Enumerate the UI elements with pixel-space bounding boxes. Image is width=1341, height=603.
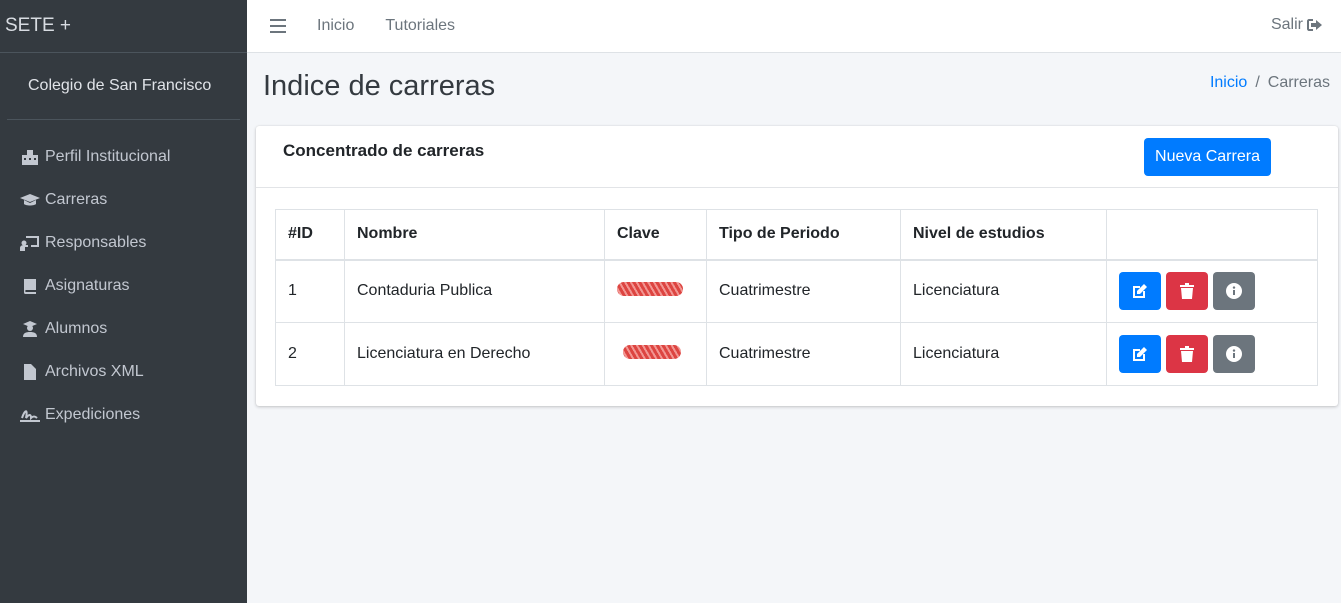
cell-id: 2 [275, 322, 345, 386]
column-header-nombre: Nombre [344, 209, 605, 261]
sidebar-item-expediciones[interactable]: Expediciones [0, 393, 247, 436]
cell-clave [604, 259, 707, 323]
chalkboard-teacher-icon [20, 234, 40, 252]
column-header-nivel-estudios: Nivel de estudios [900, 209, 1107, 261]
sidebar-item-asignaturas[interactable]: Asignaturas [0, 264, 247, 307]
sidebar-item-label: Responsables [45, 233, 147, 251]
table-header-row: #ID Nombre Clave Tipo de Periodo Nivel d… [275, 209, 1318, 261]
building-icon [20, 148, 40, 166]
sidebar-item-perfil-institucional[interactable]: Perfil Institucional [0, 135, 247, 178]
user-graduate-icon [20, 320, 40, 338]
breadcrumb-home-link[interactable]: Inicio [1210, 74, 1247, 92]
brand-logo[interactable]: SETE + [0, 0, 247, 53]
cell-id: 1 [275, 259, 345, 323]
card-header: Concentrado de carreras Nueva Carrera [256, 126, 1338, 188]
cell-periodo: Cuatrimestre [706, 322, 901, 386]
graduation-cap-icon [20, 191, 40, 209]
cell-periodo: Cuatrimestre [706, 259, 901, 323]
institution-name[interactable]: Colegio de San Francisco [7, 53, 240, 120]
sidebar-item-alumnos[interactable]: Alumnos [0, 307, 247, 350]
edit-button[interactable] [1119, 335, 1161, 373]
delete-button[interactable] [1166, 335, 1208, 373]
edit-button[interactable] [1119, 272, 1161, 311]
sidebar-nav: Perfil Institucional Carreras Responsabl… [0, 120, 247, 436]
sidebar-item-label: Asignaturas [45, 276, 130, 294]
trash-icon [1180, 283, 1194, 300]
info-circle-icon [1226, 346, 1242, 362]
cell-actions [1106, 322, 1318, 386]
cell-nivel: Licenciatura [900, 259, 1107, 323]
column-header-actions [1106, 209, 1318, 261]
logout-label: Salir [1270, 16, 1303, 33]
sidebar: SETE + Colegio de San Francisco Perfil I… [0, 0, 247, 603]
card-title: Concentrado de carreras [283, 141, 485, 160]
column-header-id: #ID [275, 209, 345, 261]
menu-toggle-icon[interactable] [270, 19, 286, 33]
careers-table: #ID Nombre Clave Tipo de Periodo Nivel d… [275, 209, 1318, 386]
info-button[interactable] [1213, 335, 1255, 373]
sidebar-item-label: Alumnos [45, 319, 108, 337]
logout-button[interactable]: Salir [1271, 16, 1323, 34]
cell-nombre: Contaduria Publica [344, 259, 605, 323]
new-career-button[interactable]: Nueva Carrera [1144, 138, 1271, 176]
nav-link-tutoriales[interactable]: Tutoriales [385, 17, 455, 35]
cell-nivel: Licenciatura [900, 322, 1107, 386]
breadcrumb-separator: / [1255, 74, 1260, 91]
sidebar-item-carreras[interactable]: Carreras [0, 178, 247, 221]
sidebar-item-responsables[interactable]: Responsables [0, 221, 247, 264]
column-header-clave: Clave [604, 209, 707, 261]
sidebar-item-label: Expediciones [45, 405, 141, 423]
sidebar-item-label: Archivos XML [45, 362, 144, 380]
book-icon [20, 277, 40, 295]
edit-icon [1133, 284, 1147, 299]
delete-button[interactable] [1166, 272, 1208, 311]
cell-actions [1106, 259, 1318, 323]
info-circle-icon [1226, 283, 1242, 300]
cell-nombre: Licenciatura en Derecho [344, 322, 605, 386]
table-row: 1 Contaduria Publica Cuatrimestre Licenc… [275, 259, 1318, 323]
info-button[interactable] [1213, 272, 1255, 311]
file-icon [20, 363, 40, 381]
redacted-mark [623, 344, 681, 359]
page-title: Indice de carreras [263, 70, 496, 102]
edit-icon [1133, 347, 1147, 361]
redacted-mark [617, 281, 683, 296]
table-row: 2 Licenciatura en Derecho Cuatrimestre L… [275, 322, 1318, 386]
careers-card: Concentrado de carreras Nueva Carrera #I… [256, 126, 1338, 406]
sign-out-icon [1307, 19, 1322, 31]
sidebar-item-label: Carreras [45, 190, 108, 208]
cell-clave [604, 322, 707, 386]
trash-icon [1180, 346, 1194, 362]
breadcrumb: Inicio / Carreras [1210, 74, 1330, 92]
top-navbar: Inicio Tutoriales Salir [247, 0, 1341, 53]
sidebar-item-label: Perfil Institucional [45, 147, 171, 165]
signature-icon [20, 406, 40, 424]
breadcrumb-current: Carreras [1267, 74, 1330, 91]
sidebar-item-archivos-xml[interactable]: Archivos XML [0, 350, 247, 393]
column-header-tipo-periodo: Tipo de Periodo [706, 209, 901, 261]
nav-link-inicio[interactable]: Inicio [317, 17, 354, 35]
